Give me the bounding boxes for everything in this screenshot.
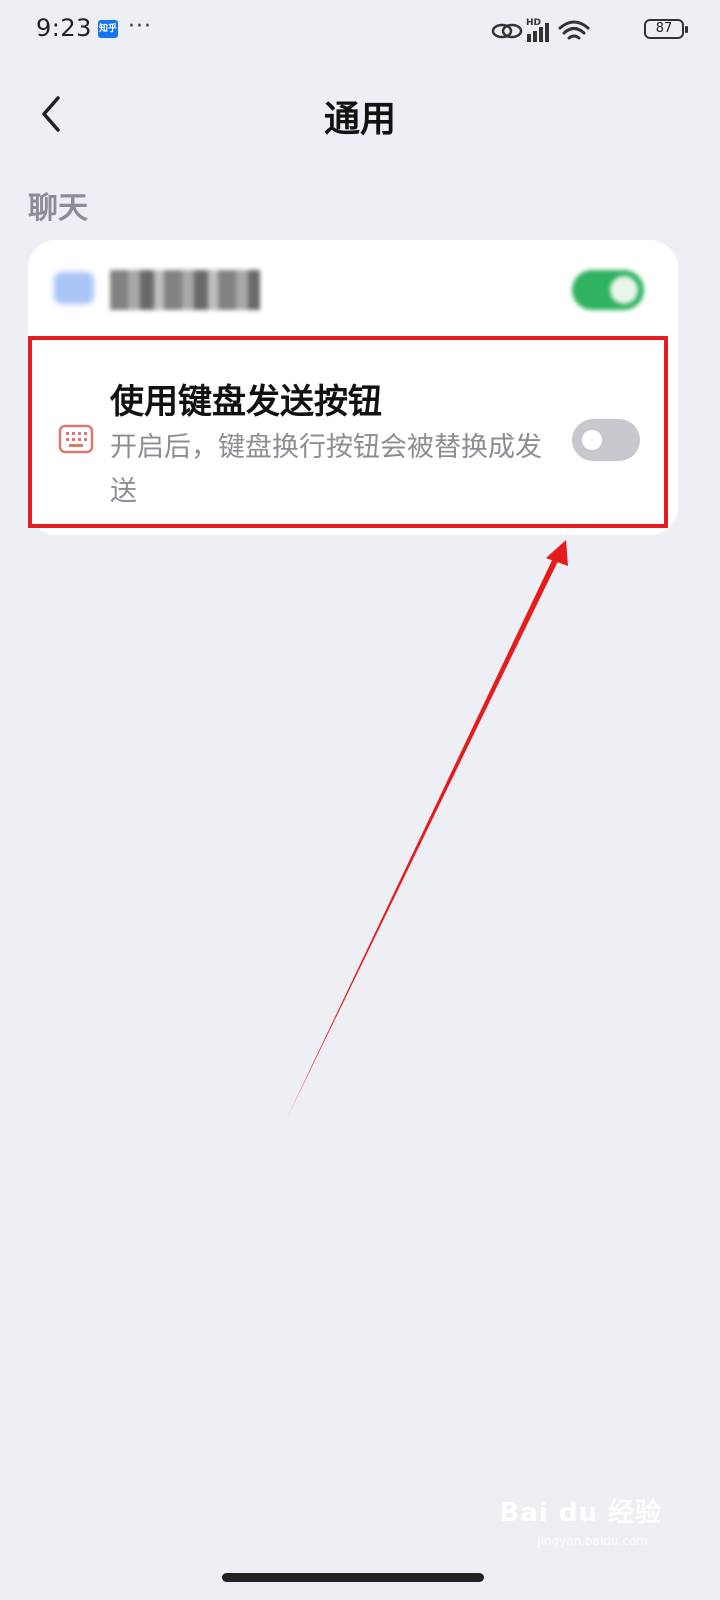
settings-row-blurred[interactable] — [28, 240, 678, 340]
toggle-switch-on[interactable] — [572, 270, 644, 310]
cellular-signal-icon: HD — [526, 18, 549, 42]
home-indicator[interactable] — [222, 1573, 484, 1582]
blurred-icon — [54, 272, 94, 304]
more-notifications-icon: ··· — [128, 14, 152, 39]
blurred-label — [110, 270, 260, 310]
arrow-shaft — [287, 552, 561, 1118]
baidu-watermark: Bai du 经验 — [499, 1498, 662, 1528]
zhihu-app-icon: 知乎 — [98, 20, 118, 38]
page-title: 通用 — [323, 99, 396, 140]
baidu-watermark-url: jingyan.baidu.com — [537, 1534, 648, 1548]
hd-label: HD — [526, 18, 541, 28]
wifi-icon — [558, 20, 590, 40]
status-bar: 9:23 知乎 ··· HD 87 — [0, 0, 720, 62]
status-time: 9:23 — [36, 14, 92, 42]
link-icon — [491, 23, 523, 39]
section-title: 聊天 — [28, 191, 88, 226]
arrow-head — [546, 540, 568, 566]
status-icons: HD — [491, 18, 590, 42]
header: 通用 — [0, 80, 720, 152]
battery-icon: 87 — [644, 19, 688, 39]
highlight-annotation-box — [28, 336, 668, 528]
